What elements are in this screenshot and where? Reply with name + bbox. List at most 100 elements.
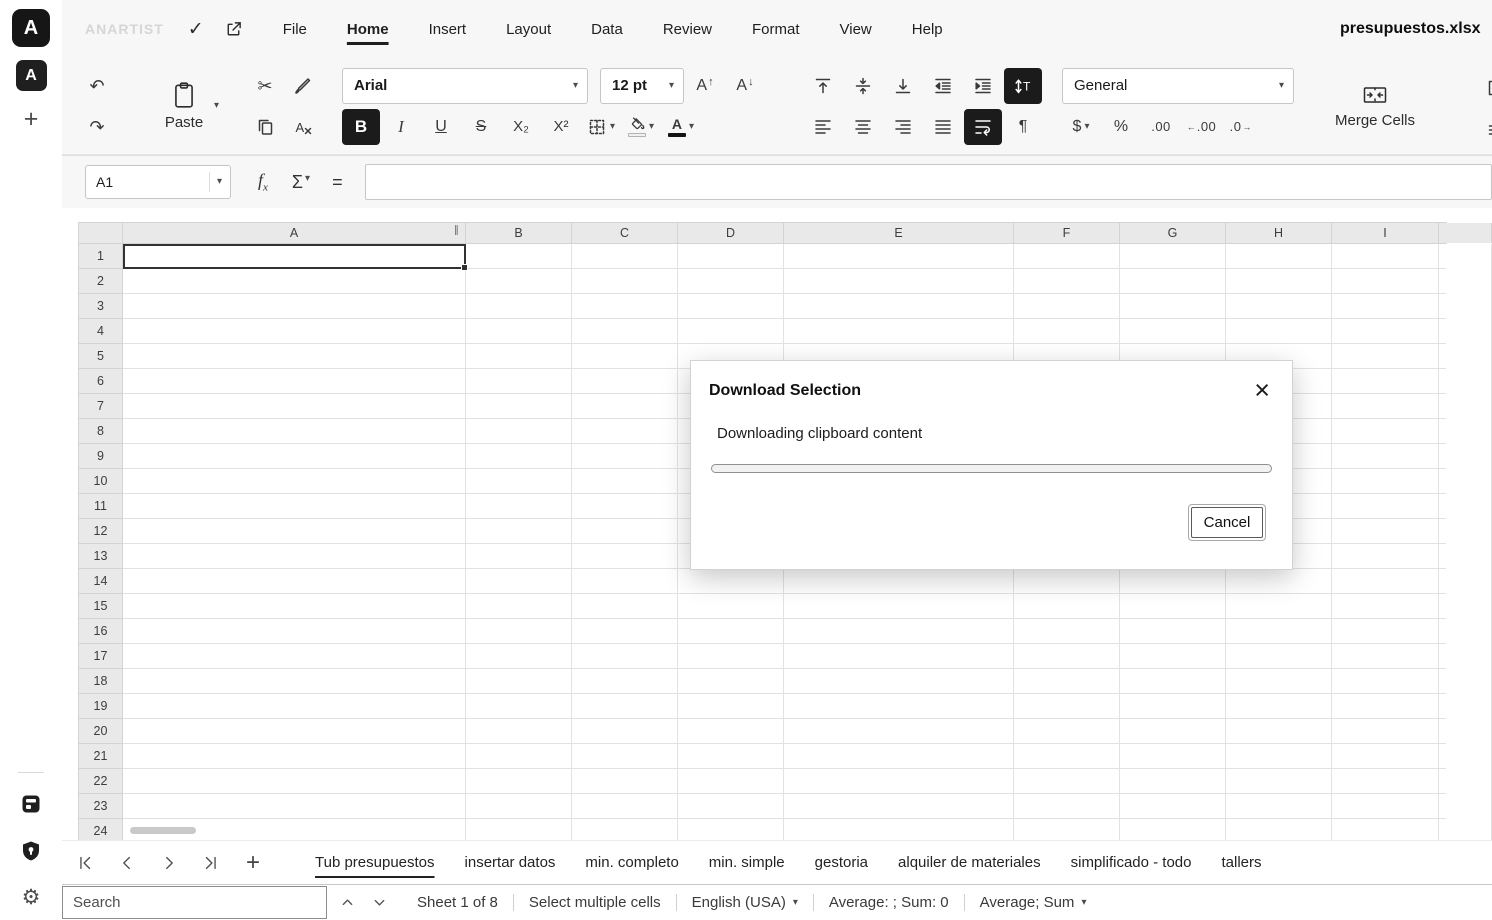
search-input[interactable]: [62, 886, 327, 919]
column-header-H[interactable]: H: [1226, 223, 1332, 243]
row-header-19[interactable]: 19: [79, 694, 122, 719]
fill-handle[interactable]: [461, 264, 468, 271]
align-top-button[interactable]: [804, 68, 842, 104]
add-sheet-button[interactable]: +: [232, 843, 274, 883]
currency-style-button[interactable]: $▾: [1062, 109, 1100, 145]
font-color-button[interactable]: A ▾: [662, 109, 700, 145]
select-all-corner[interactable]: [78, 223, 123, 243]
undo-button[interactable]: ↶: [78, 68, 116, 104]
column-header-I[interactable]: I: [1332, 223, 1439, 243]
row-header-6[interactable]: 6: [79, 369, 122, 394]
row-header-10[interactable]: 10: [79, 469, 122, 494]
column-header-A[interactable]: A∥: [123, 223, 466, 243]
cut-button[interactable]: ✂: [246, 68, 284, 104]
sheet-tab-simplificado-todo[interactable]: simplificado - todo: [1056, 841, 1207, 884]
saved-check-icon[interactable]: ✓: [188, 20, 204, 39]
underline-button[interactable]: U: [422, 109, 460, 145]
selection-mode-label[interactable]: Select multiple cells: [529, 894, 661, 911]
equals-button[interactable]: =: [332, 172, 343, 193]
menu-item-file[interactable]: File: [263, 13, 327, 46]
column-header-B[interactable]: B: [466, 223, 572, 243]
row-header-20[interactable]: 20: [79, 719, 122, 744]
borders-caret-icon[interactable]: ▾: [610, 122, 615, 132]
sheet-tab-insertar-datos[interactable]: insertar datos: [450, 841, 571, 884]
column-header-G[interactable]: G: [1120, 223, 1226, 243]
increase-font-button[interactable]: A↑: [686, 68, 724, 104]
row-header-22[interactable]: 22: [79, 769, 122, 794]
autosum-button[interactable]: Σ▾: [292, 172, 310, 193]
row-header-11[interactable]: 11: [79, 494, 122, 519]
sheet-tab-min-simple[interactable]: min. simple: [694, 841, 800, 884]
row-header-4[interactable]: 4: [79, 319, 122, 344]
previous-sheet-button[interactable]: [106, 843, 148, 883]
language-select[interactable]: English (USA)▾: [692, 894, 798, 911]
row-header-17[interactable]: 17: [79, 644, 122, 669]
column-header-E[interactable]: E: [784, 223, 1014, 243]
copy-style-button[interactable]: [284, 68, 322, 104]
paste-caret-icon[interactable]: ▾: [214, 101, 219, 111]
search-previous-button[interactable]: [335, 888, 359, 918]
align-right-button[interactable]: [884, 109, 922, 145]
fill-color-button[interactable]: ▾: [622, 109, 660, 145]
row-header-18[interactable]: 18: [79, 669, 122, 694]
row-header-14[interactable]: 14: [79, 569, 122, 594]
sheet-tab-min-completo[interactable]: min. completo: [570, 841, 693, 884]
menu-item-help[interactable]: Help: [892, 13, 963, 46]
align-bottom-button[interactable]: [884, 68, 922, 104]
number-format-select[interactable]: General ▾: [1062, 68, 1294, 104]
aggregate-selector[interactable]: Average; Sum▾: [980, 894, 1087, 911]
italic-button[interactable]: I: [382, 109, 420, 145]
settings-gear-icon[interactable]: ⚙: [22, 887, 41, 908]
font-size-select[interactable]: 12 pt ▾: [600, 68, 684, 104]
row-header-3[interactable]: 3: [79, 294, 122, 319]
row-header-2[interactable]: 2: [79, 269, 122, 294]
insert-function-button[interactable]: fx: [258, 170, 268, 194]
row-header-16[interactable]: 16: [79, 619, 122, 644]
sheet-tab-gestoria[interactable]: gestoria: [800, 841, 883, 884]
dialog-close-button[interactable]: ×: [1254, 380, 1270, 402]
row-header-24[interactable]: 24: [79, 819, 122, 840]
menu-item-review[interactable]: Review: [643, 13, 732, 46]
search-next-button[interactable]: [367, 888, 391, 918]
formula-input[interactable]: [365, 164, 1492, 200]
row-header-5[interactable]: 5: [79, 344, 122, 369]
row-header-12[interactable]: 12: [79, 519, 122, 544]
wrap-text-button[interactable]: [964, 109, 1002, 145]
sheet-tab-alquiler-de-materiales[interactable]: alquiler de materiales: [883, 841, 1056, 884]
menu-item-view[interactable]: View: [820, 13, 892, 46]
bold-button[interactable]: B: [342, 109, 380, 145]
column-header-D[interactable]: D: [678, 223, 784, 243]
column-resize-handle[interactable]: ∥: [454, 226, 460, 236]
decrease-indent-button[interactable]: [924, 68, 962, 104]
horizontal-scrollbar-thumb[interactable]: [130, 827, 196, 834]
autosum-caret-icon[interactable]: ▾: [305, 174, 310, 184]
row-header-21[interactable]: 21: [79, 744, 122, 769]
menu-item-home[interactable]: Home: [327, 13, 409, 46]
cancel-button[interactable]: Cancel: [1188, 504, 1266, 541]
feedback-icon[interactable]: [20, 793, 42, 820]
menu-item-layout[interactable]: Layout: [486, 13, 571, 46]
increase-indent-button[interactable]: [964, 68, 1002, 104]
row-header-13[interactable]: 13: [79, 544, 122, 569]
align-justify-button[interactable]: [924, 109, 962, 145]
align-middle-button[interactable]: [844, 68, 882, 104]
currency-caret-icon[interactable]: ▾: [1084, 122, 1089, 132]
column-header-C[interactable]: C: [572, 223, 678, 243]
open-external-icon[interactable]: [224, 20, 243, 39]
strikethrough-button[interactable]: S: [462, 109, 500, 145]
clipped-toolbar-button-top[interactable]: [1476, 70, 1492, 106]
redo-button[interactable]: ↷: [78, 109, 116, 145]
clear-style-button[interactable]: A: [284, 109, 322, 145]
align-left-button[interactable]: [804, 109, 842, 145]
row-header-23[interactable]: 23: [79, 794, 122, 819]
decrease-font-button[interactable]: A↓: [726, 68, 764, 104]
percent-style-button[interactable]: %: [1102, 109, 1140, 145]
cell-reference-box[interactable]: A1 ▾: [85, 165, 231, 199]
first-sheet-button[interactable]: [64, 843, 106, 883]
sheet-tab-tub-presupuestos[interactable]: Tub presupuestos: [300, 841, 450, 884]
last-sheet-button[interactable]: [190, 843, 232, 883]
new-document-button[interactable]: +: [24, 107, 39, 132]
font-name-select[interactable]: Arial ▾: [342, 68, 588, 104]
merge-cells-button[interactable]: Merge Cells: [1322, 66, 1428, 146]
fill-color-caret-icon[interactable]: ▾: [649, 122, 654, 132]
